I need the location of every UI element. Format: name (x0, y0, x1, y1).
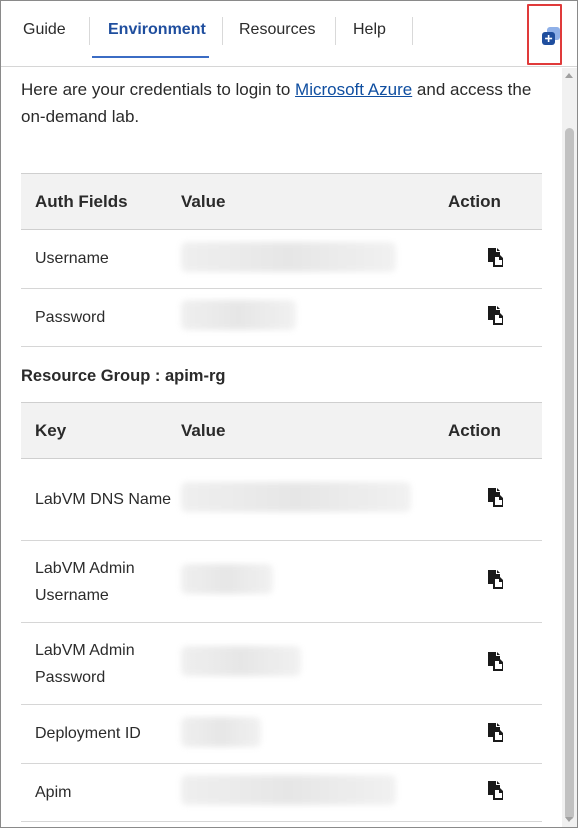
column-header-action: Action (447, 173, 542, 230)
tab-environment[interactable]: Environment (108, 19, 206, 45)
tab-bar: Guide Environment Resources Help (1, 1, 577, 67)
table-row: Username (21, 229, 542, 289)
scrollbar-thumb[interactable] (565, 128, 574, 820)
tab-help[interactable]: Help (353, 19, 386, 45)
copy-icon[interactable] (483, 245, 507, 269)
tab-divider (412, 17, 413, 45)
scroll-up-arrow-icon[interactable] (565, 73, 573, 78)
tab-divider (89, 17, 90, 45)
key-deployment-id: Deployment ID (21, 704, 177, 764)
lab-panel: Guide Environment Resources Help Here ar… (0, 0, 578, 828)
table-header-row: Key Value Action (21, 402, 542, 459)
tab-resources[interactable]: Resources (239, 19, 315, 45)
column-header-value: Value (177, 402, 447, 459)
table-row: LabVM Admin Username (21, 540, 542, 623)
copy-icon[interactable] (483, 485, 507, 509)
tab-divider (222, 17, 223, 45)
copy-icon[interactable] (483, 649, 507, 673)
azure-portal-link[interactable]: Microsoft Azure (295, 80, 412, 99)
copy-icon[interactable] (483, 303, 507, 327)
redacted-value (181, 646, 301, 676)
auth-fields-table: Auth Fields Value Action Username Passwo… (21, 173, 542, 347)
copy-icon[interactable] (483, 778, 507, 802)
scroll-down-arrow-icon[interactable] (565, 817, 573, 822)
key-labvm-admin-password: LabVM Admin Password (21, 622, 177, 705)
table-row: Password (21, 288, 542, 347)
table-row: LabVM DNS Name (21, 458, 542, 541)
redacted-value (181, 564, 273, 594)
table-header-row: Auth Fields Value Action (21, 173, 542, 230)
auth-field-username: Username (21, 229, 177, 289)
vertical-scrollbar[interactable] (562, 68, 577, 827)
redacted-value (181, 775, 396, 805)
resource-group-table: Key Value Action LabVM DNS Name LabVM Ad… (21, 402, 542, 822)
intro-text: Here are your credentials to login to (21, 80, 296, 99)
table-row: Deployment ID (21, 704, 542, 764)
redacted-value (181, 716, 261, 747)
credentials-intro: Here are your credentials to login to Mi… (21, 76, 551, 130)
popout-window-icon[interactable] (540, 25, 562, 47)
auth-field-password: Password (21, 288, 177, 347)
copy-icon[interactable] (483, 567, 507, 591)
tab-divider (335, 17, 336, 45)
key-labvm-admin-username: LabVM Admin Username (21, 540, 177, 623)
redacted-value (181, 482, 411, 512)
redacted-value (181, 300, 296, 330)
column-header-action: Action (447, 402, 542, 459)
table-row: Apim (21, 763, 542, 822)
tab-guide[interactable]: Guide (23, 19, 66, 45)
key-apim: Apim (21, 763, 177, 822)
copy-icon[interactable] (483, 720, 507, 744)
column-header-auth-fields: Auth Fields (21, 173, 177, 230)
key-labvm-dns-name: LabVM DNS Name (21, 458, 177, 541)
resource-group-label: Resource Group : apim-rg (21, 367, 226, 385)
column-header-value: Value (177, 173, 447, 230)
table-row: LabVM Admin Password (21, 622, 542, 705)
column-header-key: Key (21, 402, 177, 459)
active-tab-indicator (92, 56, 209, 58)
redacted-value (181, 241, 396, 272)
